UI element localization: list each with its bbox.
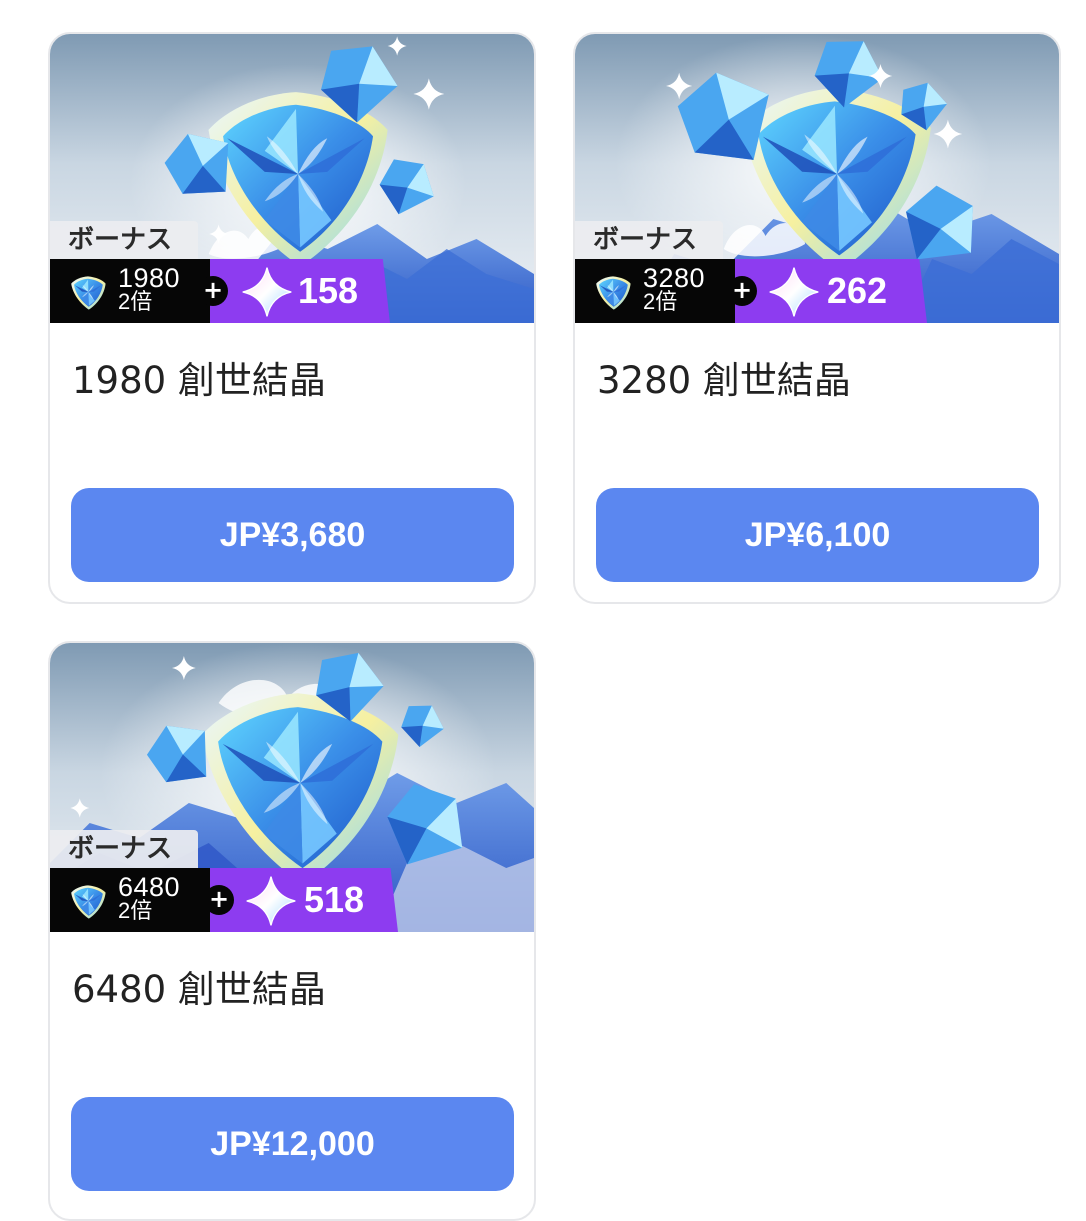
base-amount: 6480 — [118, 872, 181, 902]
crystal-gem-icon — [71, 276, 106, 310]
bonus-amount: 518 — [304, 879, 365, 920]
four-point-star-icon — [246, 876, 296, 926]
crystal-gem-icon — [71, 885, 106, 919]
base-amount: 1980 — [118, 263, 181, 293]
bonus-amount-block: 158 — [210, 259, 390, 323]
multiplier-label: 2倍 — [118, 289, 153, 314]
plus-icon: + — [198, 276, 228, 306]
buy-button[interactable]: JP¥12,000 — [71, 1097, 514, 1191]
four-point-star-icon — [242, 267, 292, 317]
base-amount-block: 3280 2倍 — [575, 259, 750, 323]
plus-icon: + — [727, 276, 757, 306]
plus-icon: + — [204, 885, 234, 915]
bonus-tag: ボーナス — [575, 221, 723, 259]
bonus-amount: 158 — [298, 270, 359, 311]
product-title: 1980 創世結晶 — [72, 359, 326, 402]
product-card-1980[interactable]: ボーナス 1980 2倍 158 + 1980 創世結晶 JP¥3,680 — [48, 32, 536, 604]
multiplier-label: 2倍 — [118, 898, 153, 923]
bonus-amount: 262 — [827, 270, 888, 311]
product-title: 6480 創世結晶 — [72, 968, 326, 1011]
bonus-tag: ボーナス — [50, 830, 198, 868]
bonus-amount-block: 262 — [735, 259, 927, 323]
base-amount-block: 6480 2倍 — [50, 868, 225, 932]
bonus-bar: 1980 2倍 158 + — [50, 259, 534, 323]
bonus-amount-block: 518 — [210, 868, 398, 932]
buy-button[interactable]: JP¥6,100 — [596, 488, 1039, 582]
bonus-tag: ボーナス — [50, 221, 198, 259]
multiplier-label: 2倍 — [643, 289, 678, 314]
four-point-star-icon — [769, 267, 819, 317]
product-card-3280[interactable]: ボーナス 3280 2倍 262 + 3280 創世結晶 JP¥6,100 — [573, 32, 1061, 604]
base-amount: 3280 — [643, 263, 706, 293]
product-title: 3280 創世結晶 — [597, 359, 851, 402]
product-card-6480[interactable]: ボーナス 6480 2倍 518 + 6480 創世結晶 JP¥12,000 — [48, 641, 536, 1221]
bonus-bar: 3280 2倍 262 + — [575, 259, 1059, 323]
buy-button[interactable]: JP¥3,680 — [71, 488, 514, 582]
crystal-gem-icon — [596, 276, 631, 310]
bonus-bar: 6480 2倍 518 + — [50, 868, 534, 932]
